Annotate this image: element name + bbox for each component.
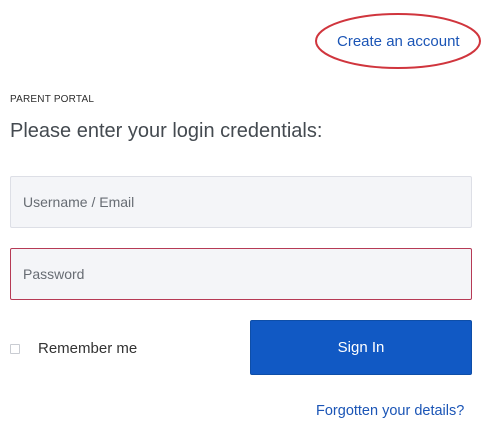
remember-me-toggle[interactable]: Remember me xyxy=(10,338,137,360)
portal-label: PARENT PORTAL xyxy=(10,94,95,105)
create-account-link[interactable]: Create an account xyxy=(337,33,460,51)
sign-in-button[interactable]: Sign In xyxy=(250,320,472,375)
remember-me-checkbox[interactable] xyxy=(10,344,20,354)
forgot-details-link[interactable]: Forgotten your details? xyxy=(316,402,464,420)
password-input[interactable] xyxy=(10,248,472,300)
username-input[interactable] xyxy=(10,176,472,228)
remember-me-label: Remember me xyxy=(38,340,138,357)
login-page: Create an account PARENT PORTAL Please e… xyxy=(0,0,482,425)
page-title: Please enter your login credentials: xyxy=(10,120,323,142)
